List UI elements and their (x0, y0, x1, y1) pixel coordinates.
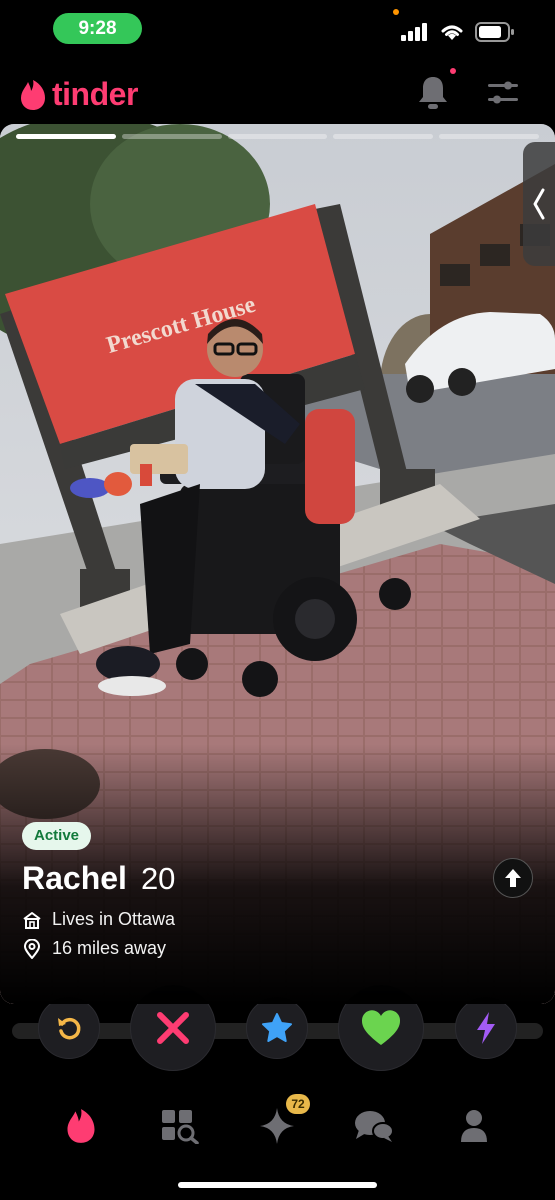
rewind-button[interactable] (38, 997, 100, 1059)
arrow-up-icon (505, 869, 521, 887)
profile-age: 20 (140, 861, 176, 896)
open-profile-button[interactable] (493, 858, 533, 898)
active-badge: Active (22, 822, 92, 850)
photo-progress-segment (439, 134, 539, 139)
notification-dot (450, 68, 456, 74)
profile-name[interactable]: Rachel (22, 860, 127, 897)
photo-progress (16, 134, 539, 139)
chevron-left-icon (533, 188, 545, 220)
location-row: Lives in Ottawa (22, 909, 532, 930)
flame-logo-icon (21, 79, 45, 110)
bottom-nav: 72 (0, 1090, 555, 1160)
sliders-icon[interactable] (486, 78, 520, 108)
tinder-logo[interactable]: tinder (20, 76, 138, 113)
status-time: 9:28 (53, 13, 142, 44)
rewind-icon (58, 1017, 81, 1040)
likes-badge: 72 (286, 1094, 310, 1114)
heart-icon (361, 1010, 401, 1045)
screen: 9:28 tinder Prescott House Active Rachel… (0, 0, 555, 1200)
nav-swipe-tab[interactable] (59, 1104, 103, 1148)
distance-row: 16 miles away (22, 938, 532, 959)
distance-text: 16 miles away (52, 938, 167, 958)
name-row: Rachel 20 (22, 860, 532, 897)
profile-icon (461, 1110, 487, 1142)
home-icon (23, 911, 41, 929)
photo-progress-segment (333, 134, 434, 139)
brand-name: tinder (52, 76, 138, 112)
lightning-icon (477, 1012, 495, 1044)
battery-icon (475, 22, 514, 42)
super-like-button[interactable] (246, 997, 308, 1059)
location-text: Lives in Ottawa (52, 909, 176, 929)
signal-icon (401, 23, 427, 41)
explore-icon (162, 1110, 199, 1144)
boost-button[interactable] (455, 997, 517, 1059)
location-pin-icon (23, 938, 41, 959)
flame-icon (67, 1109, 95, 1143)
app-header: tinder (0, 60, 555, 124)
x-icon (157, 1012, 189, 1044)
status-bar: 9:28 (0, 0, 555, 58)
photo-progress-segment (16, 134, 116, 139)
nav-profile-tab[interactable] (452, 1104, 496, 1148)
wifi-icon (441, 25, 463, 40)
photo-progress-segment (121, 134, 222, 139)
bell-icon[interactable] (416, 74, 450, 112)
side-drawer-tab[interactable] (523, 142, 555, 266)
privacy-indicator (393, 9, 399, 15)
star-icon (262, 1013, 292, 1042)
nav-explore-tab[interactable] (158, 1104, 202, 1148)
photo-progress-segment (227, 134, 328, 139)
nav-chat-tab[interactable] (352, 1104, 396, 1148)
profile-info: Active Rachel 20 Lives in Ottawa 16 mile… (22, 822, 532, 959)
status-icons (401, 22, 515, 42)
home-indicator[interactable] (178, 1182, 377, 1188)
chat-icon (355, 1111, 394, 1142)
